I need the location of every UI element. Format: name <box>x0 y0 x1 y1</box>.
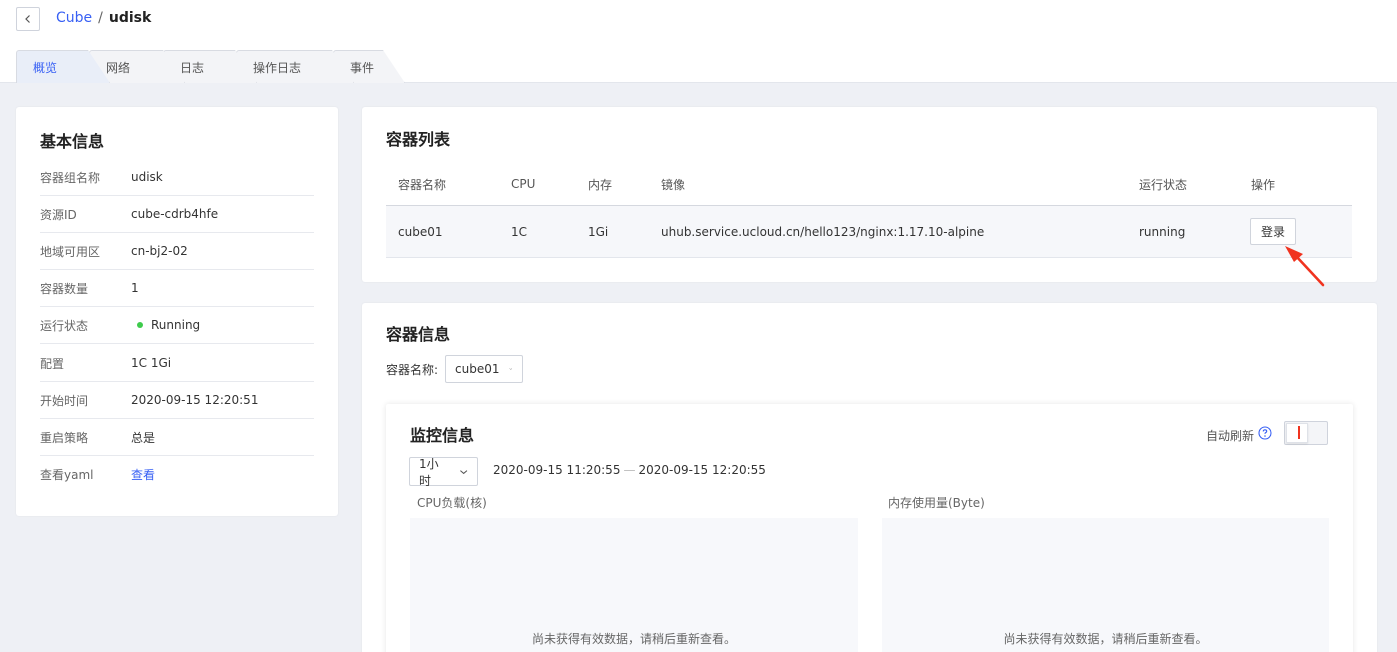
cell-container-name: cube01 <box>398 224 443 239</box>
login-button[interactable]: 登录 <box>1250 218 1297 245</box>
cpu-chart-label: CPU负载(核) <box>417 496 487 510</box>
cell-status: running <box>1139 224 1186 239</box>
time-start: 2020-09-15 11:20:55 <box>493 463 621 477</box>
info-row-resource-id: 资源ID cube-cdrb4hfe <box>40 196 314 233</box>
info-value: cube-cdrb4hfe <box>131 207 219 221</box>
info-row-config: 配置 1C 1Gi <box>40 345 314 382</box>
cell-cpu: 1C <box>511 224 528 239</box>
info-key: 查看yaml <box>40 468 94 482</box>
tab-label: 事件 <box>350 60 375 75</box>
cpu-chart-area: 尚未获得有效数据，请稍后重新查看。 <box>410 518 858 652</box>
time-end: 2020-09-15 12:20:55 <box>638 463 766 477</box>
chevron-left-icon <box>25 15 30 23</box>
status-dot-icon <box>137 322 143 328</box>
status-text: Running <box>151 318 201 332</box>
cpu-chart-empty-text: 尚未获得有效数据，请稍后重新查看。 <box>531 632 736 646</box>
info-key: 容器组名称 <box>40 170 101 185</box>
info-value: 2020-09-15 12:20:51 <box>131 393 259 407</box>
info-key: 资源ID <box>40 207 77 222</box>
tab-label: 网络 <box>106 60 131 75</box>
container-list-title: 容器列表 <box>386 130 451 149</box>
status-value: Running <box>131 318 200 332</box>
column-header: 内存 <box>588 177 613 192</box>
info-key: 地域可用区 <box>40 244 101 259</box>
top-bar: Cube / udisk 事件 操作日志 日志 网络 概览 <box>0 0 1397 83</box>
auto-refresh-label: 自动刷新 <box>1206 429 1255 443</box>
info-row-restart-policy: 重启策略 总是 <box>40 419 314 456</box>
info-row-name: 容器组名称 udisk <box>40 159 314 196</box>
info-key: 运行状态 <box>40 318 89 333</box>
basic-info-card: 基本信息 容器组名称 udisk 资源ID cube-cdrb4hfe 地域可用… <box>16 107 338 516</box>
column-header: 操作 <box>1251 177 1276 192</box>
cell-image: uhub.service.ucloud.cn/hello123/nginx:1.… <box>661 224 985 239</box>
info-key: 开始时间 <box>40 393 89 408</box>
time-range-value: 1小时 <box>419 456 439 488</box>
info-key: 容器数量 <box>40 281 89 296</box>
info-row-yaml: 查看yaml 查看 <box>40 456 314 493</box>
auto-refresh-toggle[interactable] <box>1284 421 1328 445</box>
toggle-knob <box>1286 423 1308 443</box>
column-header: CPU <box>511 177 536 191</box>
breadcrumb: Cube / udisk <box>56 10 151 26</box>
chevron-down-icon <box>459 469 467 474</box>
table-header: 容器名称 CPU 内存 镜像 运行状态 操作 <box>386 163 1352 206</box>
info-value: 1 <box>131 281 139 295</box>
info-row-container-count: 容器数量 1 <box>40 270 314 307</box>
chevron-down-icon <box>509 368 513 370</box>
time-range-display[interactable]: 2020-09-15 11:20:55 — 2020-09-15 12:20:5… <box>493 463 766 477</box>
memory-chart-area: 尚未获得有效数据，请稍后重新查看。 <box>882 518 1329 652</box>
info-key: 配置 <box>40 356 65 371</box>
tab-label: 概览 <box>33 60 58 75</box>
monitor-title: 监控信息 <box>410 426 475 445</box>
question-circle-icon[interactable] <box>1258 426 1272 440</box>
info-row-start-time: 开始时间 2020-09-15 12:20:51 <box>40 382 314 419</box>
info-value: udisk <box>131 170 163 184</box>
info-value: 总是 <box>131 430 156 445</box>
column-header: 容器名称 <box>398 177 447 192</box>
cell-memory: 1Gi <box>588 224 609 239</box>
view-yaml-link[interactable]: 查看 <box>131 466 155 483</box>
container-info-card: 容器信息 容器名称: cube01 监控信息 自动刷新 1小时 2020-09-… <box>362 303 1377 652</box>
container-info-title: 容器信息 <box>386 325 451 344</box>
info-row-status: 运行状态 Running <box>40 307 314 344</box>
back-button[interactable] <box>16 7 40 31</box>
time-range-select[interactable]: 1小时 <box>409 456 478 488</box>
tab-label: 日志 <box>180 60 205 75</box>
breadcrumb-separator: / <box>98 10 103 26</box>
basic-info-title: 基本信息 <box>40 132 105 151</box>
memory-chart-label: 内存使用量(Byte) <box>888 496 985 510</box>
monitor-panel: 监控信息 自动刷新 1小时 2020-09-15 11:20:55 — 2020… <box>386 404 1353 652</box>
memory-chart-empty-text: 尚未获得有效数据，请稍后重新查看。 <box>1003 632 1208 646</box>
time-separator: — <box>623 463 636 477</box>
container-select-label: 容器名称: <box>386 363 439 377</box>
column-header: 运行状态 <box>1139 177 1188 192</box>
breadcrumb-current: udisk <box>108 10 152 26</box>
column-header: 镜像 <box>661 177 686 192</box>
tab-label: 操作日志 <box>253 60 302 75</box>
breadcrumb-link-cube[interactable]: Cube <box>56 10 92 26</box>
container-select[interactable]: cube01 <box>445 355 523 383</box>
info-key: 重启策略 <box>40 430 89 445</box>
toggle-off-indicator-icon <box>1298 426 1300 439</box>
info-value: cn-bj2-02 <box>131 244 188 258</box>
info-row-zone: 地域可用区 cn-bj2-02 <box>40 233 314 270</box>
container-select-value: cube01 <box>455 362 500 376</box>
container-list-card: 容器列表 容器名称 CPU 内存 镜像 运行状态 操作 cube01 1C 1G… <box>362 107 1377 282</box>
info-value: 1C 1Gi <box>131 356 172 370</box>
table-row: cube01 1C 1Gi uhub.service.ucloud.cn/hel… <box>386 206 1352 258</box>
